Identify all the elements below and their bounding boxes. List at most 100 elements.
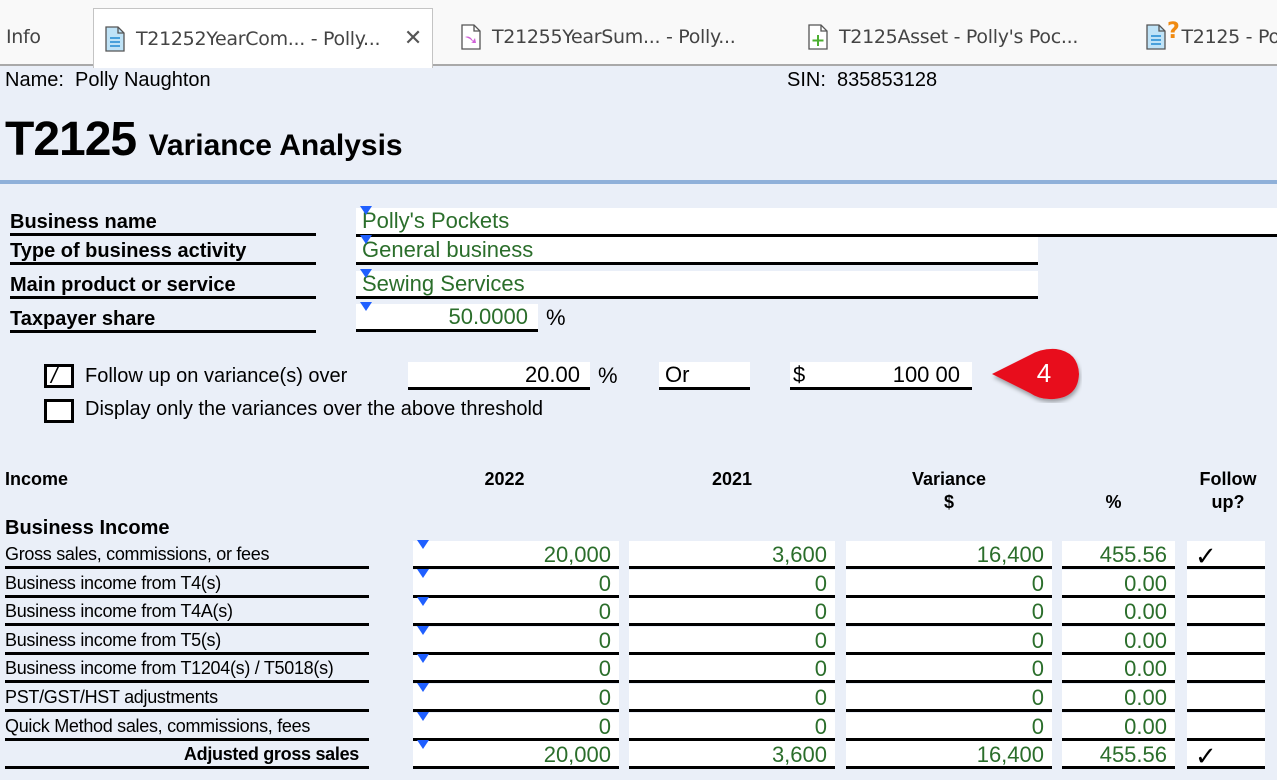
cell-value: 0.00 — [1124, 714, 1167, 739]
variance-percent-cell: 0.00 — [1062, 570, 1175, 598]
cell-value: 0.00 — [1124, 628, 1167, 653]
form-number: T2125 — [5, 113, 137, 166]
up-label: up? — [1211, 492, 1245, 512]
followup-checkbox[interactable]: / — [44, 363, 74, 388]
variance-percent-cell: 0.00 — [1062, 627, 1175, 655]
variance-dollar-cell: 0 — [846, 655, 1052, 683]
taxpayer-share-field[interactable]: 50.0000 — [356, 302, 538, 332]
activity-label: Type of business activity — [10, 239, 316, 265]
tab-t2125asset[interactable]: T2125Asset - Polly's Poc... — [797, 8, 1127, 66]
dollar-sign: $ — [793, 362, 806, 387]
followup-amount-field[interactable]: $ 100 00 — [790, 362, 972, 390]
close-tab-icon[interactable]: ✕ — [404, 26, 422, 51]
cell-value: 0 — [1031, 628, 1044, 653]
year-2021-cell: 0 — [629, 655, 835, 683]
follow-up-cell[interactable] — [1187, 713, 1265, 741]
follow-up-cell[interactable]: ✓ — [1187, 541, 1265, 571]
cell-value: 0.00 — [1124, 685, 1167, 710]
dropdown-marker-icon — [417, 654, 429, 663]
year-2022-cell[interactable]: 0 — [413, 712, 619, 741]
followup-percent-field[interactable]: 20.00 — [408, 362, 590, 390]
taxpayer-share-label: Taxpayer share — [10, 307, 316, 333]
year-2022-cell[interactable]: 0 — [413, 683, 619, 712]
row-label: Business income from T1204(s) / T5018(s) — [5, 655, 369, 683]
name-value: Polly Naughton — [75, 69, 211, 91]
year-2022-cell[interactable]: 20,000 — [413, 740, 619, 769]
cell-value: 0 — [598, 571, 611, 596]
year-2022-cell[interactable]: 0 — [413, 654, 619, 683]
business-activity-field[interactable]: General business — [356, 235, 1038, 265]
variance-dollar-cell: 0 — [846, 713, 1052, 741]
main-product-value: Sewing Services — [362, 271, 525, 296]
followup-label: Follow up on variance(s) over — [85, 365, 348, 387]
year-2022-cell[interactable]: 0 — [413, 597, 619, 626]
variance-dollar-cell: 16,400 — [846, 541, 1052, 569]
main-product-field[interactable]: Sewing Services — [356, 269, 1038, 299]
follow-up-header: Follow up? — [1187, 468, 1269, 514]
variance-header: Variance $ — [846, 468, 1052, 514]
document-plus-icon — [808, 24, 828, 50]
year-2022-cell[interactable]: 0 — [413, 626, 619, 655]
cell-value: 0 — [814, 599, 827, 624]
percent-header: % — [1105, 492, 1122, 512]
name-label: Name: — [5, 69, 64, 91]
variance-dollar-cell: 0 — [846, 570, 1052, 598]
cell-value: 0 — [598, 656, 611, 681]
variance-percent-cell: 0.00 — [1062, 598, 1175, 626]
dropdown-marker-icon — [417, 597, 429, 606]
variance-dollar-cell: 0 — [846, 684, 1052, 712]
variance-dollar-cell: 0 — [846, 598, 1052, 626]
dropdown-marker-icon — [417, 712, 429, 721]
follow-up-cell[interactable] — [1187, 655, 1265, 683]
row-label: Quick Method sales, commissions, fees — [5, 713, 369, 741]
year-2021-cell: 0 — [629, 598, 835, 626]
tab-t2125[interactable]: ? T2125 - Po — [1135, 8, 1277, 66]
tab-t21255yearsum[interactable]: T21255YearSum... - Polly... — [450, 8, 780, 66]
cell-value: 0 — [1031, 685, 1044, 710]
business-name-field[interactable]: Polly's Pockets — [356, 206, 1277, 237]
variance-percent-cell: 0.00 — [1062, 713, 1175, 741]
cell-value: 0.00 — [1124, 656, 1167, 681]
follow-up-cell[interactable] — [1187, 598, 1265, 626]
dropdown-marker-icon — [360, 269, 372, 278]
year-2022-cell[interactable]: 0 — [413, 569, 619, 598]
cell-value: 0 — [598, 714, 611, 739]
tab-t21252yearcomp[interactable]: T21252YearCom... - Polly... ✕ — [93, 8, 433, 68]
cell-value: 0 — [1031, 599, 1044, 624]
row-label: Business income from T5(s) — [5, 627, 369, 655]
year-2021-cell: 3,600 — [629, 741, 835, 769]
callout-marker: 4 — [990, 347, 1082, 403]
document-icon — [105, 25, 125, 52]
tab-label: Info — [6, 26, 41, 48]
year-2021-cell: 0 — [629, 684, 835, 712]
follow-up-cell[interactable]: ✓ — [1187, 741, 1265, 771]
follow-up-cell[interactable] — [1187, 570, 1265, 598]
tab-label: T2125Asset - Polly's Poc... — [839, 26, 1079, 48]
follow-up-cell[interactable] — [1187, 684, 1265, 712]
variance-label: Variance — [911, 469, 987, 489]
dropdown-marker-icon — [417, 569, 429, 578]
section-title: Business Income — [5, 517, 170, 539]
variance-dollar-cell: 16,400 — [846, 741, 1052, 769]
cell-value: 455.56 — [1099, 542, 1167, 567]
display-only-checkbox[interactable] — [44, 399, 74, 423]
callout-number: 4 — [1036, 358, 1052, 388]
dropdown-marker-icon — [417, 626, 429, 635]
document-question-icon — [1146, 24, 1166, 50]
tab-label: T21252YearCom... - Polly... — [136, 27, 381, 50]
cell-value: 0 — [814, 571, 827, 596]
year-2022-cell[interactable]: 20,000 — [413, 540, 619, 569]
cell-value: 455.56 — [1099, 742, 1167, 767]
tab-bar: Info T21252YearCom... - Polly... ✕ T2125… — [0, 0, 1277, 68]
follow-up-cell[interactable] — [1187, 627, 1265, 655]
document-arrow-icon — [461, 24, 481, 50]
income-header: Income — [5, 469, 69, 489]
cell-value: 0 — [598, 628, 611, 653]
variance-percent-cell: 0.00 — [1062, 655, 1175, 683]
tab-info[interactable]: Info — [0, 8, 93, 66]
cell-value: 16,400 — [976, 542, 1044, 567]
row-label: PST/GST/HST adjustments — [5, 684, 369, 712]
cell-value: 0.00 — [1124, 599, 1167, 624]
dropdown-marker-icon — [417, 540, 429, 549]
dropdown-marker-icon — [417, 740, 429, 749]
